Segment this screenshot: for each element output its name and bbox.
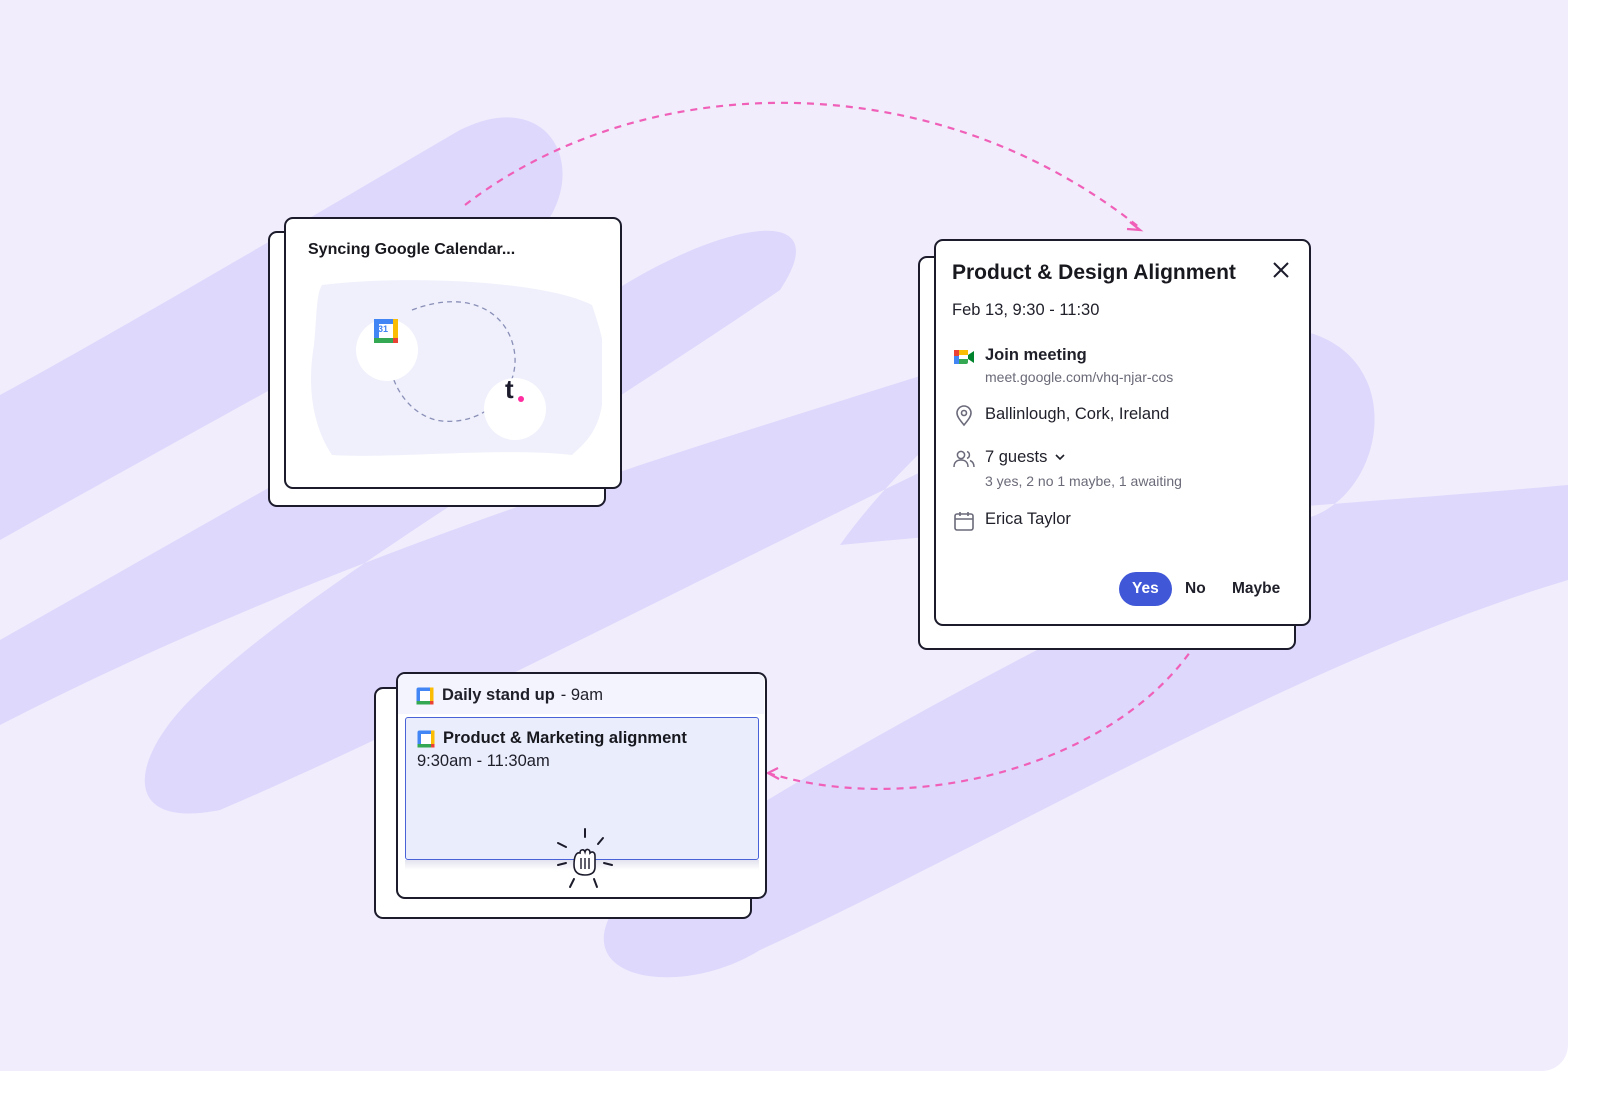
sync-illustration (311, 280, 602, 456)
guests-count: 7 guests (985, 448, 1048, 466)
event-popup: Product & Design Alignment Feb 13, 9:30 … (934, 239, 1311, 626)
standup-event[interactable]: Daily stand up - 9am (416, 686, 603, 705)
event-title: Product & Design Alignment (952, 261, 1236, 284)
google-meet-icon (954, 350, 974, 364)
organizer-name: Erica Taylor (985, 510, 1071, 528)
event-location: Ballinlough, Cork, Ireland (985, 405, 1170, 423)
guests-toggle[interactable]: 7 guests (985, 447, 1182, 467)
event-date: Feb 13, 9:30 - 11:30 (952, 301, 1100, 319)
location-pin-icon (956, 405, 972, 427)
brand-logo-letter: t (505, 374, 514, 404)
join-meeting-link[interactable]: Join meeting (985, 345, 1173, 365)
google-calendar-icon (417, 730, 435, 747)
calendar-icon (954, 512, 974, 531)
sync-card: Syncing Google Calendar... 31 t (284, 217, 622, 489)
sync-title: Syncing Google Calendar... (308, 241, 516, 258)
standup-title: Daily stand up (442, 686, 555, 704)
calendar-card: Daily stand up - 9am Product & Marketing… (396, 672, 767, 899)
meeting-row: Join meeting meet.google.com/vhq-njar-co… (952, 345, 1173, 385)
meet-url: meet.google.com/vhq-njar-cos (985, 369, 1174, 385)
rsvp-maybe-button[interactable]: Maybe (1232, 572, 1280, 606)
event-block-title: Product & Marketing alignment (443, 729, 687, 747)
organizer-row: Erica Taylor (952, 509, 1071, 533)
close-icon[interactable] (1270, 259, 1292, 281)
guests-summary: 3 yes, 2 no 1 maybe, 1 awaiting (985, 473, 1182, 489)
event-block-time: 9:30am - 11:30am (417, 752, 550, 770)
background-brush-strokes (0, 101, 1568, 978)
guests-row: 7 guests 3 yes, 2 no 1 maybe, 1 awaiting (952, 447, 1182, 489)
standup-time: - 9am (560, 686, 603, 704)
rsvp-yes-button[interactable]: Yes (1119, 572, 1172, 606)
rsvp-no-button[interactable]: No (1185, 572, 1206, 606)
guests-icon (953, 450, 975, 468)
drag-resize-handle-icon[interactable] (550, 825, 620, 895)
event-block-title-row: Product & Marketing alignment (417, 729, 687, 748)
location-row: Ballinlough, Cork, Ireland (952, 404, 1169, 428)
gcal-day-number: 31 (378, 324, 389, 334)
illustration-canvas: Syncing Google Calendar... 31 t Product … (0, 0, 1568, 1071)
brand-logo-dot (518, 396, 524, 402)
google-calendar-icon (416, 687, 434, 704)
chevron-down-icon (1055, 454, 1065, 461)
